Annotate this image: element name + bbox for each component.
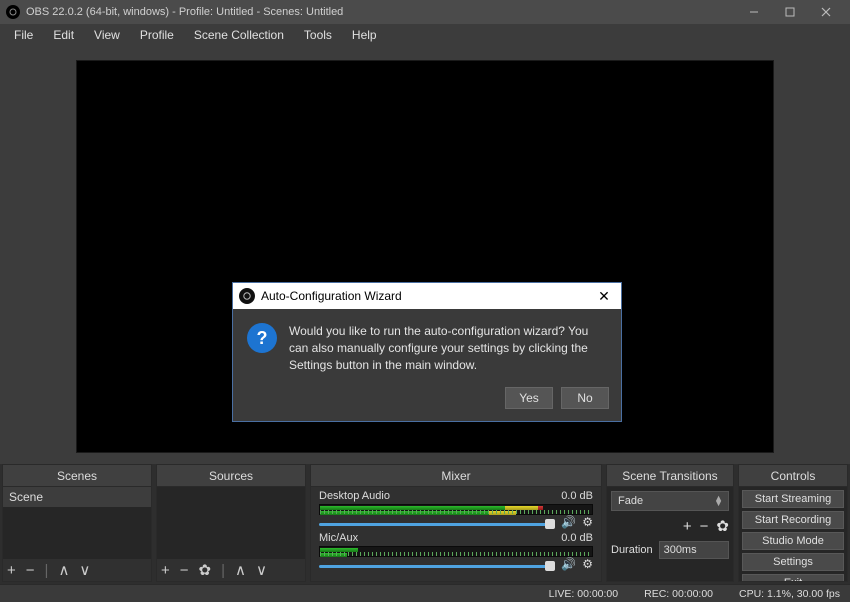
audio-meter — [319, 546, 593, 557]
mixer-channel-desktop-audio: Desktop Audio 0.0 dB 🔊 ⚙ — [311, 487, 601, 529]
controls-panel: Controls Start Streaming Start Recording… — [738, 464, 848, 582]
source-down-button[interactable]: ∨ — [256, 563, 267, 578]
dialog-title: Auto-Configuration Wizard — [261, 289, 402, 303]
dialog-no-button[interactable]: No — [561, 387, 609, 409]
start-recording-button[interactable]: Start Recording — [742, 511, 844, 529]
menubar: File Edit View Profile Scene Collection … — [0, 24, 850, 46]
sources-toolbar: + − ✿ | ∧ ∨ — [157, 559, 305, 581]
preview-area: Auto-Configuration Wizard ✕ ? Would you … — [0, 46, 850, 464]
add-transition-button[interactable]: + — [683, 518, 692, 535]
stepper-icon: ▲▼ — [714, 496, 722, 506]
dialog-titlebar: Auto-Configuration Wizard ✕ — [233, 283, 621, 309]
transition-selected: Fade — [618, 495, 643, 507]
menu-view[interactable]: View — [84, 26, 130, 44]
add-source-button[interactable]: + — [161, 563, 170, 578]
speaker-icon[interactable]: 🔊 — [561, 515, 576, 529]
mixer-title: Mixer — [311, 465, 601, 487]
maximize-button[interactable] — [772, 0, 808, 24]
obs-logo-icon — [239, 288, 255, 304]
scene-up-button[interactable]: ∧ — [58, 563, 69, 578]
close-button[interactable] — [808, 0, 844, 24]
volume-slider[interactable] — [319, 520, 555, 528]
studio-mode-button[interactable]: Studio Mode — [742, 532, 844, 550]
titlebar: OBS 22.0.2 (64-bit, windows) - Profile: … — [0, 0, 850, 24]
obs-main-window: OBS 22.0.2 (64-bit, windows) - Profile: … — [0, 0, 850, 602]
sources-title: Sources — [157, 465, 305, 487]
window-title: OBS 22.0.2 (64-bit, windows) - Profile: … — [26, 6, 343, 18]
transition-select[interactable]: Fade ▲▼ — [611, 491, 729, 511]
duration-label: Duration — [611, 544, 653, 556]
channel-name: Desktop Audio — [319, 490, 390, 502]
scenes-panel: Scenes Scene + − | ∧ ∨ — [2, 464, 152, 582]
gear-icon[interactable]: ⚙ — [582, 557, 593, 571]
volume-slider[interactable] — [319, 562, 555, 570]
mixer-channel-mic-aux: Mic/Aux 0.0 dB 🔊 ⚙ — [311, 529, 601, 571]
scenes-title: Scenes — [3, 465, 151, 487]
gear-icon[interactable]: ⚙ — [582, 515, 593, 529]
mixer-panel: Mixer Desktop Audio 0.0 dB — [310, 464, 602, 582]
channel-db: 0.0 dB — [561, 532, 593, 544]
menu-scene-collection[interactable]: Scene Collection — [184, 26, 294, 44]
obs-logo-icon — [6, 5, 20, 19]
controls-title: Controls — [739, 465, 847, 487]
menu-file[interactable]: File — [4, 26, 43, 44]
transition-settings-button[interactable]: ✿ — [716, 517, 729, 535]
duration-input[interactable]: 300ms — [659, 541, 729, 559]
status-cpu: CPU: 1.1%, 30.00 fps — [739, 588, 840, 600]
status-rec: REC: 00:00:00 — [644, 588, 713, 600]
menu-edit[interactable]: Edit — [43, 26, 84, 44]
dialog-yes-button[interactable]: Yes — [505, 387, 553, 409]
status-live: LIVE: 00:00:00 — [549, 588, 618, 600]
remove-source-button[interactable]: − — [180, 563, 189, 578]
dialog-message: Would you like to run the auto-configura… — [289, 323, 607, 373]
source-up-button[interactable]: ∧ — [235, 563, 246, 578]
menu-tools[interactable]: Tools — [294, 26, 342, 44]
dialog-close-button[interactable]: ✕ — [593, 288, 615, 305]
remove-scene-button[interactable]: − — [26, 563, 35, 578]
channel-name: Mic/Aux — [319, 532, 358, 544]
minimize-button[interactable] — [736, 0, 772, 24]
scenes-toolbar: + − | ∧ ∨ — [3, 559, 151, 581]
scene-item[interactable]: Scene — [3, 487, 151, 507]
menu-help[interactable]: Help — [342, 26, 387, 44]
audio-meter — [319, 504, 593, 515]
question-icon: ? — [247, 323, 277, 353]
start-streaming-button[interactable]: Start Streaming — [742, 490, 844, 508]
speaker-icon[interactable]: 🔊 — [561, 557, 576, 571]
add-scene-button[interactable]: + — [7, 563, 16, 578]
auto-config-dialog: Auto-Configuration Wizard ✕ ? Would you … — [232, 282, 622, 422]
exit-button[interactable]: Exit — [742, 574, 844, 581]
status-bar: LIVE: 00:00:00 REC: 00:00:00 CPU: 1.1%, … — [0, 584, 850, 602]
sources-panel: Sources + − ✿ | ∧ ∨ — [156, 464, 306, 582]
transitions-panel: Scene Transitions Fade ▲▼ + − ✿ Duration… — [606, 464, 734, 582]
remove-transition-button[interactable]: − — [700, 518, 709, 535]
settings-button[interactable]: Settings — [742, 553, 844, 571]
scene-down-button[interactable]: ∨ — [79, 563, 90, 578]
menu-profile[interactable]: Profile — [130, 26, 184, 44]
bottom-panels: Scenes Scene + − | ∧ ∨ Sources + − ✿ | ∧ — [0, 464, 850, 584]
channel-db: 0.0 dB — [561, 490, 593, 502]
source-settings-button[interactable]: ✿ — [199, 563, 212, 578]
transitions-title: Scene Transitions — [607, 465, 733, 487]
